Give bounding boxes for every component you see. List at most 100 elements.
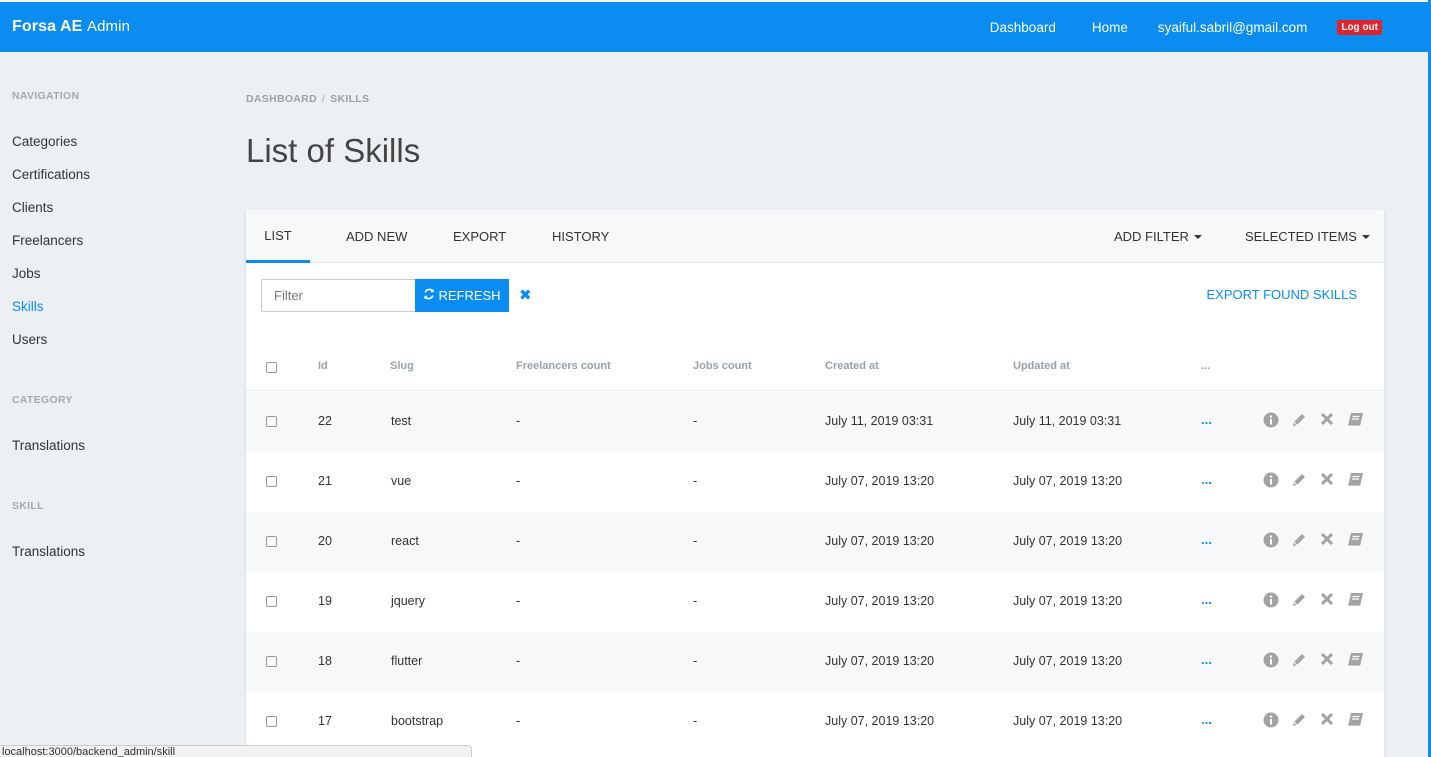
sidebar-item-skills[interactable]: Skills [12,299,44,314]
sidebar-heading-category: CATEGORY [12,394,73,406]
table-row[interactable]: 18 flutter - - July 07, 2019 13:20 July 07, 2… [246,632,1384,692]
tab-export[interactable]: EXPORT [453,210,506,263]
edit-icon[interactable] [1285,472,1313,488]
info-icon[interactable] [1257,592,1285,608]
breadcrumb-separator: / [321,93,326,105]
history-icon[interactable] [1341,712,1369,728]
export-found-skills-link[interactable]: EXPORT FOUND SKILLS [1206,287,1357,302]
tab-add-new-label: ADD NEW [346,229,408,244]
delete-icon[interactable] [1313,412,1341,428]
row-actions [1257,472,1369,488]
page-title: List of Skills [246,132,421,169]
row-more-link[interactable]: ... [1201,412,1212,427]
nav-home-link[interactable]: Home [1092,20,1128,35]
selected-items-label: SELECTED ITEMS [1245,229,1357,244]
cell-jobs-count: - [693,414,698,428]
cell-freelancers-count: - [516,474,521,488]
cell-created-at: July 11, 2019 03:31 [825,414,934,428]
column-header-freelancers-count[interactable]: Freelancers count [516,360,611,372]
edit-icon[interactable] [1285,592,1313,608]
breadcrumb-dashboard[interactable]: DASHBOARD [246,93,317,105]
cell-id: 17 [318,714,332,728]
sidebar-item-clients[interactable]: Clients [12,200,53,215]
sidebar-item-category-translations[interactable]: Translations [12,438,85,453]
history-icon[interactable] [1341,652,1369,668]
info-icon[interactable] [1257,532,1285,548]
column-header-slug[interactable]: Slug [390,360,414,372]
edit-icon[interactable] [1285,532,1313,548]
sidebar-item-users[interactable]: Users [12,332,47,347]
sidebar-item-freelancers[interactable]: Freelancers [12,233,83,248]
breadcrumb: DASHBOARD / SKILLS [246,93,369,105]
cell-id: 18 [318,654,332,668]
cell-jobs-count: - [693,714,698,728]
logout-button[interactable]: Log out [1337,19,1382,35]
edit-icon[interactable] [1285,412,1313,428]
row-checkbox[interactable] [266,416,277,427]
select-all-checkbox[interactable] [266,362,277,373]
sidebar-item-skill-translations[interactable]: Translations [12,544,85,559]
cell-id: 19 [318,594,332,608]
tab-history[interactable]: HISTORY [552,210,609,263]
column-header-jobs-count[interactable]: Jobs count [693,360,752,372]
row-more-link[interactable]: ... [1201,712,1212,727]
cell-created-at: July 07, 2019 13:20 [825,474,935,488]
nav-user-email[interactable]: syaiful.sabril@gmail.com [1158,20,1308,35]
add-filter-label: ADD FILTER [1114,229,1189,244]
row-checkbox[interactable] [266,536,277,547]
cell-freelancers-count: - [516,414,521,428]
delete-icon[interactable] [1313,712,1341,728]
column-header-id[interactable]: Id [318,360,328,372]
sidebar-item-jobs[interactable]: Jobs [12,266,41,281]
row-actions [1257,652,1369,668]
row-actions [1257,592,1369,608]
row-checkbox[interactable] [266,596,277,607]
add-filter-dropdown[interactable]: ADD FILTER [1114,210,1202,263]
selected-items-dropdown[interactable]: SELECTED ITEMS [1245,210,1370,263]
table-row[interactable]: 22 test - - July 11, 2019 03:31 July 11, 2019… [246,392,1384,452]
filter-input[interactable] [261,279,416,312]
tab-list[interactable]: LIST [246,210,310,263]
info-icon[interactable] [1257,652,1285,668]
info-icon[interactable] [1257,412,1285,428]
table-row[interactable]: 17 bootstrap - - July 07, 2019 13:20 July 07,… [246,692,1384,752]
column-header-updated-at[interactable]: Updated at [1013,360,1070,372]
row-more-link[interactable]: ... [1201,532,1212,547]
delete-icon[interactable] [1313,652,1341,668]
row-more-link[interactable]: ... [1201,472,1212,487]
history-icon[interactable] [1341,472,1369,488]
cell-freelancers-count: - [516,714,521,728]
sidebar-heading-navigation: NAVIGATION [12,90,80,102]
delete-icon[interactable] [1313,532,1341,548]
row-actions [1257,412,1369,428]
cell-updated-at: July 07, 2019 13:20 [1013,654,1123,668]
brand-name: Forsa AE [12,18,83,35]
row-more-link[interactable]: ... [1201,652,1212,667]
history-icon[interactable] [1341,592,1369,608]
row-checkbox[interactable] [266,656,277,667]
sidebar-item-certifications[interactable]: Certifications [12,167,90,182]
info-icon[interactable] [1257,472,1285,488]
info-icon[interactable] [1257,712,1285,728]
delete-icon[interactable] [1313,472,1341,488]
nav-dashboard-link[interactable]: Dashboard [990,20,1056,35]
table-row[interactable]: 21 vue - - July 07, 2019 13:20 July 07, 2019 … [246,452,1384,512]
history-icon[interactable] [1341,412,1369,428]
edit-icon[interactable] [1285,652,1313,668]
row-checkbox[interactable] [266,476,277,487]
tab-add-new[interactable]: ADD NEW [346,210,407,263]
clear-filter-icon[interactable]: ✖ [519,286,532,304]
edit-icon[interactable] [1285,712,1313,728]
delete-icon[interactable] [1313,592,1341,608]
cell-slug: flutter [391,654,423,668]
table-row[interactable]: 20 react - - July 07, 2019 13:20 July 07, 201… [246,512,1384,572]
history-icon[interactable] [1341,532,1369,548]
table-row[interactable]: 19 jquery - - July 07, 2019 13:20 July 07, 20… [246,572,1384,632]
row-more-link[interactable]: ... [1201,592,1212,607]
caret-down-icon [1193,234,1202,239]
sidebar-item-categories[interactable]: Categories [12,134,77,149]
brand-logo[interactable]: Forsa AE Admin [0,18,130,36]
refresh-button[interactable]: REFRESH [415,279,509,312]
row-checkbox[interactable] [266,716,277,727]
column-header-created-at[interactable]: Created at [825,360,879,372]
